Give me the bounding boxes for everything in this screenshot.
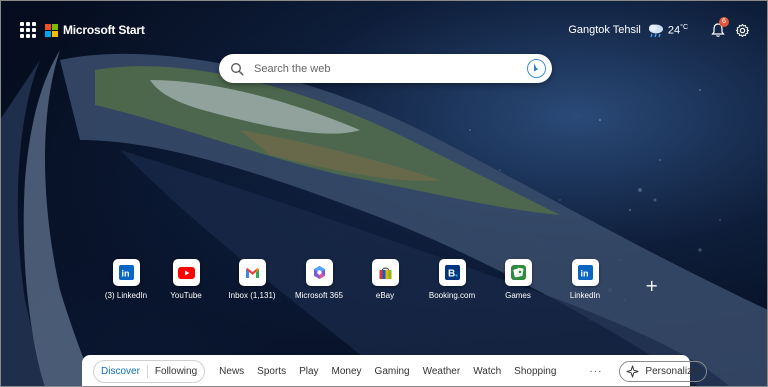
bing-chat-icon[interactable] [527, 59, 546, 78]
quick-link-booking[interactable]: B Booking.com [419, 259, 485, 304]
personalize-label: Personalize [645, 365, 698, 377]
microsoft-365-icon [305, 259, 333, 286]
brand-name: Microsoft Start [63, 23, 145, 37]
tab-play[interactable]: Play [299, 366, 318, 377]
quick-link-youtube[interactable]: YouTube [153, 259, 219, 304]
quick-link-label: LinkedIn [569, 291, 601, 300]
ebay-icon [371, 259, 399, 286]
svg-text:in: in [580, 269, 588, 279]
search-icon [231, 62, 244, 76]
microsoft-logo-icon [45, 23, 58, 37]
feed-navigation-bar: Discover Following News Sports Play Mone… [82, 355, 707, 387]
quick-link-label: Booking.com [428, 291, 476, 300]
tab-gaming[interactable]: Gaming [375, 366, 410, 377]
tab-shopping[interactable]: Shopping [514, 366, 556, 377]
tab-sports[interactable]: Sports [257, 366, 286, 377]
more-categories-button[interactable]: ··· [589, 366, 602, 377]
settings-gear-icon[interactable] [735, 23, 750, 38]
tab-following[interactable]: Following [150, 362, 202, 381]
booking-icon: B [438, 259, 466, 286]
quick-link-linkedin-notifications[interactable]: in (3) LinkedIn [93, 259, 159, 304]
add-shortcut-button[interactable]: + [645, 276, 658, 295]
personalize-button[interactable]: Personalize [619, 360, 707, 382]
quick-link-label: (3) LinkedIn [104, 291, 148, 300]
tab-watch[interactable]: Watch [473, 366, 501, 377]
tab-weather[interactable]: Weather [423, 366, 461, 377]
app-launcher-icon[interactable] [20, 22, 36, 38]
notifications-bell-icon[interactable]: 6 [710, 17, 729, 38]
quick-link-label: Inbox (1,131) [228, 291, 276, 300]
divider [146, 364, 148, 378]
weather-location[interactable]: Gangtok Tehsil [568, 24, 641, 36]
games-icon [504, 259, 532, 286]
quick-link-label: Games [505, 291, 531, 300]
svg-text:in: in [121, 269, 129, 279]
cloud-rain-icon[interactable] [647, 22, 665, 38]
linkedin-icon: in [571, 259, 599, 286]
quick-link-ebay[interactable]: eBay [352, 259, 418, 304]
linkedin-icon: in [112, 259, 140, 286]
weather-temperature[interactable]: 24°C [668, 24, 688, 37]
quick-link-label: YouTube [170, 291, 202, 300]
quick-link-microsoft-365[interactable]: Microsoft 365 [286, 259, 352, 304]
feed-mode-toggle: Discover Following [93, 359, 206, 383]
header-tools: Gangtok Tehsil 24°C 6 [568, 17, 750, 40]
gmail-icon [238, 259, 266, 286]
quick-link-linkedin[interactable]: in LinkedIn [552, 259, 618, 304]
tab-news[interactable]: News [219, 366, 244, 377]
search-input[interactable] [254, 62, 504, 75]
tab-money[interactable]: Money [332, 366, 362, 377]
brand-logo-link[interactable]: Microsoft Start [45, 22, 145, 38]
quick-link-gmail-inbox[interactable]: Inbox (1,131) [219, 259, 285, 304]
quick-link-label: eBay [375, 291, 395, 300]
sparkle-icon [626, 365, 639, 377]
quick-links: in (3) LinkedIn YouTube Inbox (1,131) Mi… [93, 259, 673, 304]
web-search-box [219, 54, 552, 83]
svg-text:B: B [448, 269, 455, 280]
quick-link-label: Microsoft 365 [294, 291, 344, 300]
notification-count-badge: 6 [719, 17, 729, 27]
quick-link-games[interactable]: Games [485, 259, 551, 304]
top-bar: Microsoft Start Gangtok Tehsil 24°C 6 [0, 0, 768, 58]
tab-discover[interactable]: Discover [96, 362, 145, 381]
youtube-icon [172, 259, 200, 286]
